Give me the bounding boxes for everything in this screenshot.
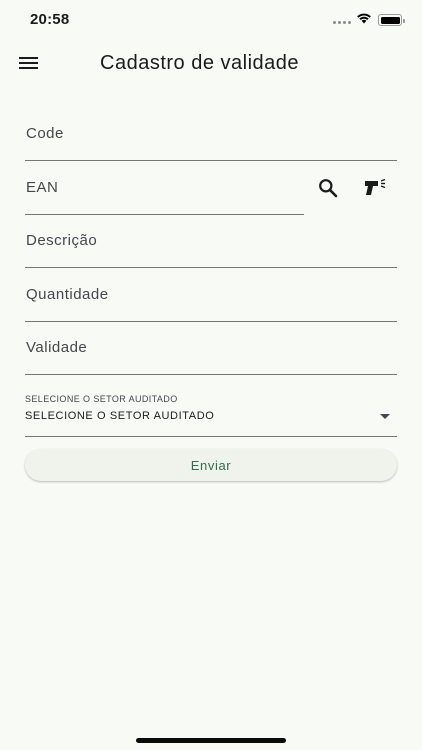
quantidade-field[interactable]: Quantidade <box>25 268 397 322</box>
search-icon[interactable] <box>313 173 343 203</box>
validade-field[interactable]: Validade <box>25 321 397 375</box>
status-time: 20:58 <box>30 11 70 28</box>
signal-dots-icon <box>333 21 351 24</box>
descricao-field[interactable]: Descrição <box>25 214 397 268</box>
app-bar: Cadastro de validade <box>0 42 422 86</box>
code-input[interactable] <box>25 107 397 160</box>
barcode-scanner-icon[interactable] <box>360 173 390 203</box>
hamburger-menu-icon[interactable] <box>18 54 40 74</box>
setor-dropdown-value: SELECIONE O SETOR AUDITADO <box>25 410 215 422</box>
ean-input[interactable] <box>25 161 304 214</box>
enviar-button[interactable]: Enviar <box>25 449 397 481</box>
page-title: Cadastro de validade <box>100 52 300 74</box>
setor-dropdown[interactable]: SELECIONE O SETOR AUDITADO SELECIONE O S… <box>25 390 397 437</box>
home-indicator[interactable] <box>136 738 286 743</box>
descricao-input[interactable] <box>25 214 397 267</box>
wifi-icon <box>357 13 371 24</box>
validade-input[interactable] <box>25 321 397 374</box>
chevron-down-icon[interactable] <box>380 414 390 419</box>
quantidade-input[interactable] <box>25 268 397 321</box>
status-bar: 20:58 <box>0 0 422 42</box>
ean-field[interactable]: EAN <box>25 161 304 215</box>
screen: 20:58 Cadastro de validade Code EAN Desc… <box>0 0 422 750</box>
code-field[interactable]: Code <box>25 107 397 161</box>
setor-dropdown-label: SELECIONE O SETOR AUDITADO <box>25 394 178 404</box>
battery-icon <box>378 14 405 26</box>
